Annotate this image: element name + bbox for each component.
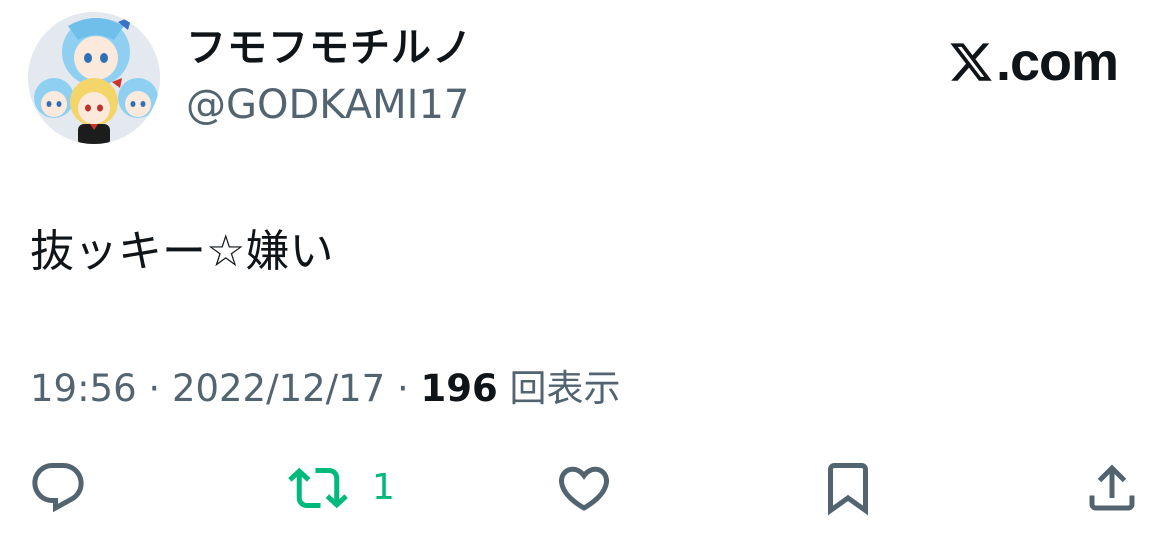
reply-icon bbox=[32, 463, 84, 513]
share-icon bbox=[1089, 464, 1135, 511]
brand-label: .com bbox=[995, 32, 1119, 92]
tweet-date[interactable]: 2022/12/17 bbox=[172, 367, 385, 410]
meta-separator: · bbox=[396, 367, 409, 410]
heart-icon bbox=[558, 466, 610, 511]
tweet-text: 抜ッキー☆嫌い bbox=[30, 226, 334, 277]
user-handle[interactable]: @GODKAMI17 bbox=[186, 81, 469, 129]
retweet-count: 1 bbox=[372, 467, 395, 508]
views-count: 196 bbox=[420, 367, 498, 410]
bookmark-icon bbox=[828, 463, 868, 516]
avatar[interactable] bbox=[28, 12, 160, 144]
retweet-icon bbox=[288, 467, 348, 509]
share-button[interactable] bbox=[1082, 458, 1142, 518]
bookmark-button[interactable] bbox=[818, 458, 878, 518]
meta-separator: · bbox=[148, 367, 161, 410]
avatar-image bbox=[28, 12, 160, 144]
tweet-meta: 19:56 · 2022/12/17 · 196 回表示 bbox=[30, 366, 621, 412]
retweet-button[interactable]: 1 bbox=[288, 458, 395, 518]
tweet-card: フモフモチルノ @GODKAMI17 .com 抜ッキー☆嫌い 19:56 · … bbox=[0, 0, 1170, 540]
views-label: 回表示 bbox=[509, 367, 621, 410]
reply-button[interactable] bbox=[28, 458, 88, 518]
x-brand: .com bbox=[948, 32, 1119, 92]
x-logo-icon bbox=[950, 43, 992, 81]
display-name[interactable]: フモフモチルノ bbox=[186, 24, 473, 72]
tweet-time[interactable]: 19:56 bbox=[30, 367, 137, 410]
like-button[interactable] bbox=[554, 458, 614, 518]
